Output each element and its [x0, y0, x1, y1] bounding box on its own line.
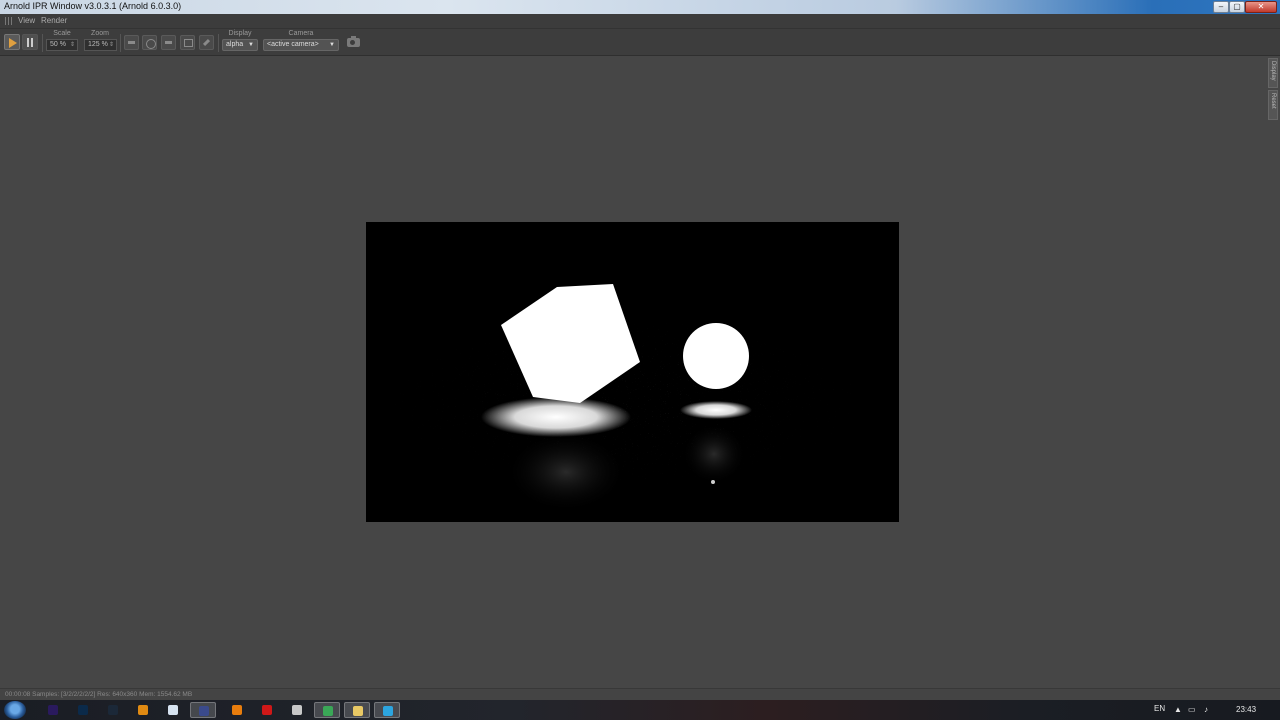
tab-display-label: Display: [1270, 61, 1276, 81]
specular-dot: [711, 480, 715, 484]
toolbar: Scale 50 % ⇕ Zoom 125 % ⇕ Display alpha …: [0, 29, 1280, 56]
cube-light-pool: [481, 397, 631, 437]
crosshair-icon: [146, 39, 156, 49]
language-indicator[interactable]: EN: [1154, 704, 1165, 713]
tray-arrow-icon[interactable]: ▲: [1174, 705, 1182, 714]
taskbar-app-button[interactable]: [190, 702, 216, 718]
play-icon: [9, 38, 17, 48]
toolbar-separator: [120, 34, 121, 52]
taskbar-app-button[interactable]: [40, 702, 66, 718]
chrome-icon: [323, 706, 333, 716]
scale-field[interactable]: 50 % ⇕: [46, 39, 78, 51]
menu-render[interactable]: Render: [41, 16, 67, 25]
crop-button[interactable]: [180, 35, 195, 50]
tab-reset[interactable]: Reset: [1268, 90, 1278, 120]
play-button[interactable]: [4, 34, 20, 50]
taskbar: EN ▲ ▭ ♪ 23:43: [0, 700, 1280, 720]
steam-icon: [108, 705, 118, 715]
close-icon[interactable]: ✕: [1245, 1, 1277, 13]
stepper-icon: ⇕: [69, 42, 75, 48]
stepper-icon: ⇕: [108, 42, 114, 48]
vpn-icon: [292, 705, 302, 715]
sphere-light-pool: [680, 401, 752, 419]
region-icon: [128, 41, 135, 44]
explorer-icon: [353, 706, 363, 716]
sphere-shape: [683, 323, 749, 389]
taskbar-app-button[interactable]: [254, 702, 280, 718]
zoom-label: Zoom: [91, 30, 109, 37]
region-button[interactable]: [124, 35, 139, 50]
volume-icon[interactable]: ♪: [1204, 705, 1208, 714]
grip-icon: [5, 17, 12, 25]
crop-icon: [184, 39, 193, 47]
blender-icon: [232, 705, 242, 715]
display-label: Display: [228, 30, 252, 37]
toolbar-separator: [218, 34, 219, 52]
isolate-icon: [165, 41, 172, 44]
isolate-button[interactable]: [161, 35, 176, 50]
pause-button[interactable]: [22, 34, 38, 50]
taskbar-app-button[interactable]: [130, 702, 156, 718]
photoshop-icon: [78, 705, 88, 715]
toolbar-separator: [42, 34, 43, 52]
menu-view[interactable]: View: [18, 16, 35, 25]
chevron-down-icon: ▼: [248, 42, 254, 48]
pause-icon: [27, 38, 33, 47]
camera-icon[interactable]: [347, 36, 360, 47]
camera-dropdown[interactable]: <active camera> ▼: [263, 39, 339, 51]
scale-label: Scale: [53, 30, 71, 37]
status-text: 00:00:08 Samples: [3/2/2/2/2/2] Res: 640…: [5, 691, 193, 698]
render-image: [366, 222, 899, 522]
taskbar-app-button[interactable]: [100, 702, 126, 718]
taskbar-app-button[interactable]: [314, 702, 340, 718]
start-button[interactable]: [4, 701, 26, 719]
taskbar-app-button[interactable]: [70, 702, 96, 718]
camera-value: <active camera>: [267, 41, 319, 48]
after-effects-icon: [48, 705, 58, 715]
notepad-icon: [168, 705, 178, 715]
taskbar-app-button[interactable]: [344, 702, 370, 718]
display-dropdown[interactable]: alpha ▼: [222, 39, 258, 51]
taskbar-app-button[interactable]: [374, 702, 400, 718]
cinema4d-icon: [199, 706, 209, 716]
tab-display[interactable]: Display: [1268, 58, 1278, 88]
crosshair-button[interactable]: [142, 35, 157, 50]
zoom-field[interactable]: 125 % ⇕: [84, 39, 117, 51]
brush-icon: [202, 38, 211, 47]
scale-value: 50 %: [50, 41, 66, 48]
taskbar-app-button[interactable]: [224, 702, 250, 718]
telegram-icon: [383, 706, 393, 716]
taskbar-app-button[interactable]: [284, 702, 310, 718]
clock[interactable]: 23:43: [1236, 705, 1256, 714]
cube-reflection: [506, 432, 626, 512]
network-icon[interactable]: ▭: [1188, 705, 1196, 714]
display-value: alpha: [226, 41, 244, 48]
tab-reset-label: Reset: [1270, 93, 1276, 109]
minimize-icon[interactable]: –: [1213, 1, 1229, 13]
maximize-icon[interactable]: ▢: [1229, 1, 1245, 13]
taskbar-app-button[interactable]: [160, 702, 186, 718]
brush-button[interactable]: [199, 35, 214, 50]
title-bar: Arnold IPR Window v3.0.3.1 (Arnold 6.0.3…: [0, 0, 1280, 14]
render-viewport[interactable]: [366, 222, 899, 522]
chevron-down-icon: ▼: [329, 42, 335, 48]
avast-icon: [138, 705, 148, 715]
opera-icon: [262, 705, 272, 715]
sphere-reflection: [682, 424, 746, 484]
camera-label: Camera: [288, 30, 314, 37]
menu-bar: View Render: [0, 14, 1280, 29]
window-title: Arnold IPR Window v3.0.3.1 (Arnold 6.0.3…: [4, 1, 182, 11]
zoom-value: 125 %: [88, 41, 108, 48]
